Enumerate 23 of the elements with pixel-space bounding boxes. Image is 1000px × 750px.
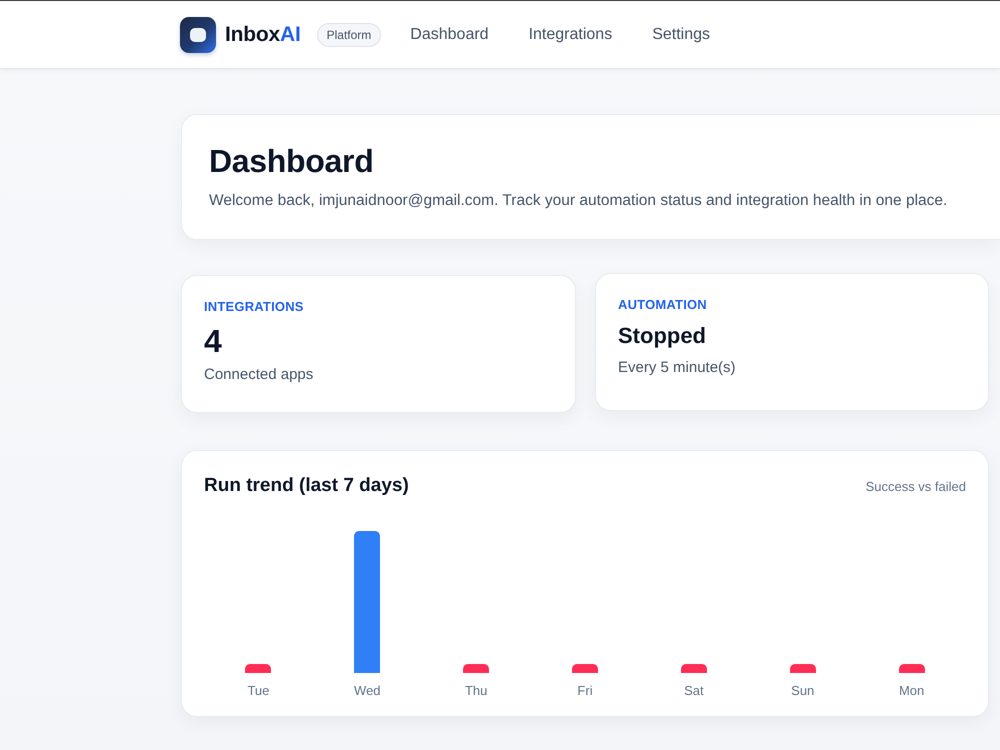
page-subtitle: Welcome back, imjunaidnoor@gmail.com. Track your automation status and integration health in one place.: [209, 192, 948, 210]
chart-title: Run trend (last 7 days): [204, 475, 409, 497]
day-label: Fri: [577, 683, 593, 698]
day-label: Wed: [354, 683, 381, 698]
day-label: Sat: [684, 683, 704, 698]
stat-value: 4: [204, 322, 223, 360]
nav-link[interactable]: Dashboard: [410, 26, 489, 44]
platform-badge: Platform: [316, 22, 382, 46]
day-label: Thu: [464, 683, 488, 698]
nav-link[interactable]: Integrations: [528, 26, 612, 44]
page-title: Dashboard: [209, 143, 374, 180]
stat-label: INTEGRATIONS: [204, 299, 305, 314]
nav-link[interactable]: Settings: [652, 26, 710, 44]
stat-caption: Every 5 minute(s): [618, 359, 737, 376]
logo-icon[interactable]: [180, 16, 216, 52]
day-label: Sun: [791, 683, 814, 698]
stat-label: AUTOMATION: [618, 297, 708, 312]
stat-value: Stopped: [618, 322, 707, 350]
day-label: Tue: [247, 683, 270, 698]
stat-caption: Connected apps: [204, 366, 314, 383]
day-label: Mon: [898, 683, 924, 698]
chart-legend: Success vs failed: [866, 478, 966, 494]
brand-name[interactable]: InboxAI: [225, 22, 301, 46]
